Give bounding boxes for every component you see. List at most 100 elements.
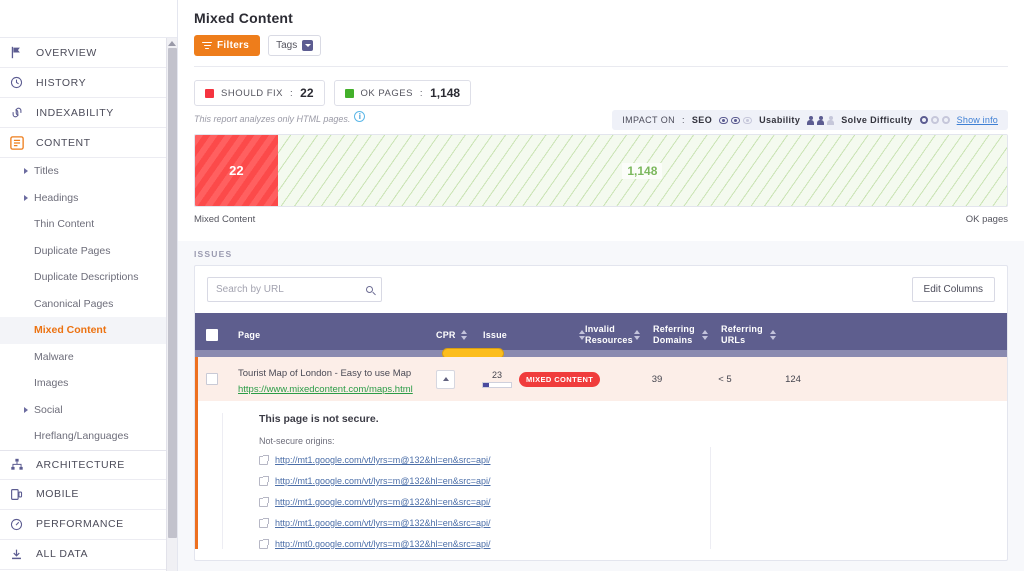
- cell-invalid-resources: 39: [623, 374, 691, 385]
- list-item[interactable]: http://mt1.google.com/vt/lyrs=m@132&hl=e…: [259, 497, 1007, 507]
- sidebar-scroll-area: OVERVIEW HISTORY INDEXABILITY CONTENT: [0, 38, 177, 571]
- sidebar-item-all-data[interactable]: ALL DATA: [0, 540, 177, 570]
- external-link-icon[interactable]: [259, 540, 268, 549]
- origin-url-link[interactable]: http://mt1.google.com/vt/lyrs=m@132&hl=e…: [275, 518, 491, 528]
- sort-icon[interactable]: [702, 330, 708, 340]
- page-title-text: Tourist Map of London - Easy to use Map: [238, 368, 411, 379]
- sort-icon[interactable]: [634, 330, 640, 340]
- eye-icon: [731, 117, 740, 124]
- column-label: Issue: [483, 330, 507, 340]
- column-label: Invalid Resources: [585, 324, 629, 346]
- table-row[interactable]: Tourist Map of London - Easy to use Map …: [195, 357, 1007, 401]
- sidebar-item-history[interactable]: HISTORY: [0, 68, 177, 98]
- column-header-referring-urls[interactable]: Referring URLs: [721, 324, 789, 346]
- column-label: Referring Domains: [653, 324, 697, 346]
- impact-separator: :: [682, 115, 685, 125]
- column-header-issue[interactable]: Issue: [483, 330, 585, 340]
- search-icon[interactable]: [366, 286, 373, 293]
- sidebar-item-canonical-pages[interactable]: Canonical Pages: [0, 291, 177, 318]
- chevron-right-icon: [24, 195, 28, 201]
- sidebar-item-mobile[interactable]: MOBILE: [0, 480, 177, 510]
- sidebar-sub-label: Social: [34, 404, 63, 416]
- tags-button[interactable]: Tags: [268, 35, 321, 56]
- stat-value: 1,148: [430, 86, 460, 100]
- column-header-invalid-resources[interactable]: Invalid Resources: [585, 324, 653, 346]
- chart-section: 22 1,148 Mixed Content OK pages: [178, 134, 1024, 241]
- external-link-icon[interactable]: [259, 456, 268, 465]
- clock-icon: [10, 76, 36, 89]
- select-all-checkbox[interactable]: [206, 329, 218, 341]
- sidebar: OVERVIEW HISTORY INDEXABILITY CONTENT: [0, 0, 178, 571]
- filter-icon: [202, 42, 212, 50]
- sidebar-item-social[interactable]: Social: [0, 397, 177, 424]
- detail-inner: This page is not secure. Not-secure orig…: [222, 413, 1007, 549]
- sidebar-label: ALL DATA: [36, 548, 88, 560]
- origin-url-link[interactable]: http://mt1.google.com/vt/lyrs=m@132&hl=e…: [275, 455, 491, 465]
- chart-segment-mixed-content[interactable]: 22: [195, 135, 278, 206]
- sidebar-item-overview[interactable]: OVERVIEW: [0, 38, 177, 68]
- cell-referring-domains: < 5: [691, 374, 759, 385]
- stat-ok-pages[interactable]: OK PAGES : 1,148: [334, 80, 472, 106]
- chart-segment-ok-pages[interactable]: 1,148: [278, 135, 1007, 206]
- info-icon[interactable]: i: [354, 111, 365, 122]
- cpr-progress-bar: [482, 382, 512, 388]
- sidebar-item-headings[interactable]: Headings: [0, 185, 177, 212]
- table-horizontal-scrollbar[interactable]: [195, 350, 1007, 357]
- sidebar-sub-label: Images: [34, 377, 68, 389]
- list-item[interactable]: http://mt1.google.com/vt/lyrs=m@132&hl=e…: [259, 455, 1007, 465]
- stat-should-fix[interactable]: SHOULD FIX : 22: [194, 80, 325, 106]
- show-info-link[interactable]: Show info: [957, 115, 998, 125]
- sort-icon[interactable]: [461, 330, 467, 340]
- sidebar-item-images[interactable]: Images: [0, 370, 177, 397]
- sidebar-item-architecture[interactable]: ARCHITECTURE: [0, 450, 177, 480]
- stat-value: 22: [300, 86, 313, 100]
- page-title: Mixed Content: [194, 10, 1008, 26]
- stat-separator: :: [290, 88, 293, 99]
- filters-button[interactable]: Filters: [194, 35, 260, 56]
- page-url-link[interactable]: https://www.mixedcontent.com/maps.html: [238, 384, 436, 395]
- list-item[interactable]: http://mt1.google.com/vt/lyrs=m@132&hl=e…: [259, 476, 1007, 486]
- cell-cpr: 23: [475, 370, 519, 388]
- sidebar-item-thin-content[interactable]: Thin Content: [0, 211, 177, 238]
- origin-url-link[interactable]: http://mt1.google.com/vt/lyrs=m@132&hl=e…: [275, 476, 491, 486]
- sidebar-item-content[interactable]: CONTENT: [0, 128, 177, 158]
- external-link-icon[interactable]: [259, 519, 268, 528]
- sidebar-item-titles[interactable]: Titles: [0, 158, 177, 185]
- sidebar-item-performance[interactable]: PERFORMANCE: [0, 510, 177, 540]
- person-icon: [807, 116, 814, 125]
- gear-icon: [920, 116, 928, 124]
- sidebar-item-hreflang-languages[interactable]: Hreflang/Languages: [0, 423, 177, 450]
- edit-columns-button[interactable]: Edit Columns: [912, 277, 995, 302]
- sidebar-scrollbar[interactable]: [166, 38, 177, 571]
- scrollbar-thumb[interactable]: [168, 48, 177, 538]
- column-header-cpr[interactable]: CPR: [436, 330, 483, 340]
- column-header-referring-domains[interactable]: Referring Domains: [653, 324, 721, 346]
- chevron-right-icon: [24, 168, 28, 174]
- sidebar-item-mixed-content[interactable]: Mixed Content: [0, 317, 177, 344]
- issues-toolbar: Edit Columns: [195, 266, 1007, 313]
- gear-icon-off: [931, 116, 939, 124]
- external-link-icon[interactable]: [259, 477, 268, 486]
- origin-url-link[interactable]: http://mt0.google.com/vt/lyrs=m@132&hl=e…: [275, 539, 491, 549]
- column-header-page[interactable]: Page: [218, 330, 436, 340]
- origin-url-link[interactable]: http://mt1.google.com/vt/lyrs=m@132&hl=e…: [275, 497, 491, 507]
- sidebar-label: MOBILE: [36, 488, 79, 500]
- row-collapse-button[interactable]: [436, 370, 455, 389]
- filter-toolbar: Filters Tags: [194, 26, 1008, 66]
- sidebar-item-malware[interactable]: Malware: [0, 344, 177, 371]
- person-icon: [817, 116, 824, 125]
- sort-icon[interactable]: [770, 330, 776, 340]
- sidebar-sub-label: Headings: [34, 192, 78, 204]
- sidebar-item-indexability[interactable]: INDEXABILITY: [0, 98, 177, 128]
- list-item[interactable]: http://mt0.google.com/vt/lyrs=m@132&hl=e…: [259, 539, 1007, 549]
- list-item[interactable]: http://mt1.google.com/vt/lyrs=m@132&hl=e…: [259, 518, 1007, 528]
- sidebar-item-duplicate-descriptions[interactable]: Duplicate Descriptions: [0, 264, 177, 291]
- row-checkbox[interactable]: [206, 373, 218, 385]
- sidebar-item-duplicate-pages[interactable]: Duplicate Pages: [0, 238, 177, 265]
- impact-prefix: IMPACT ON: [622, 115, 675, 125]
- scroll-up-arrow-icon[interactable]: [168, 41, 176, 46]
- search-input[interactable]: [216, 284, 366, 295]
- search-url-box[interactable]: [207, 277, 382, 302]
- download-icon: [10, 548, 36, 561]
- external-link-icon[interactable]: [259, 498, 268, 507]
